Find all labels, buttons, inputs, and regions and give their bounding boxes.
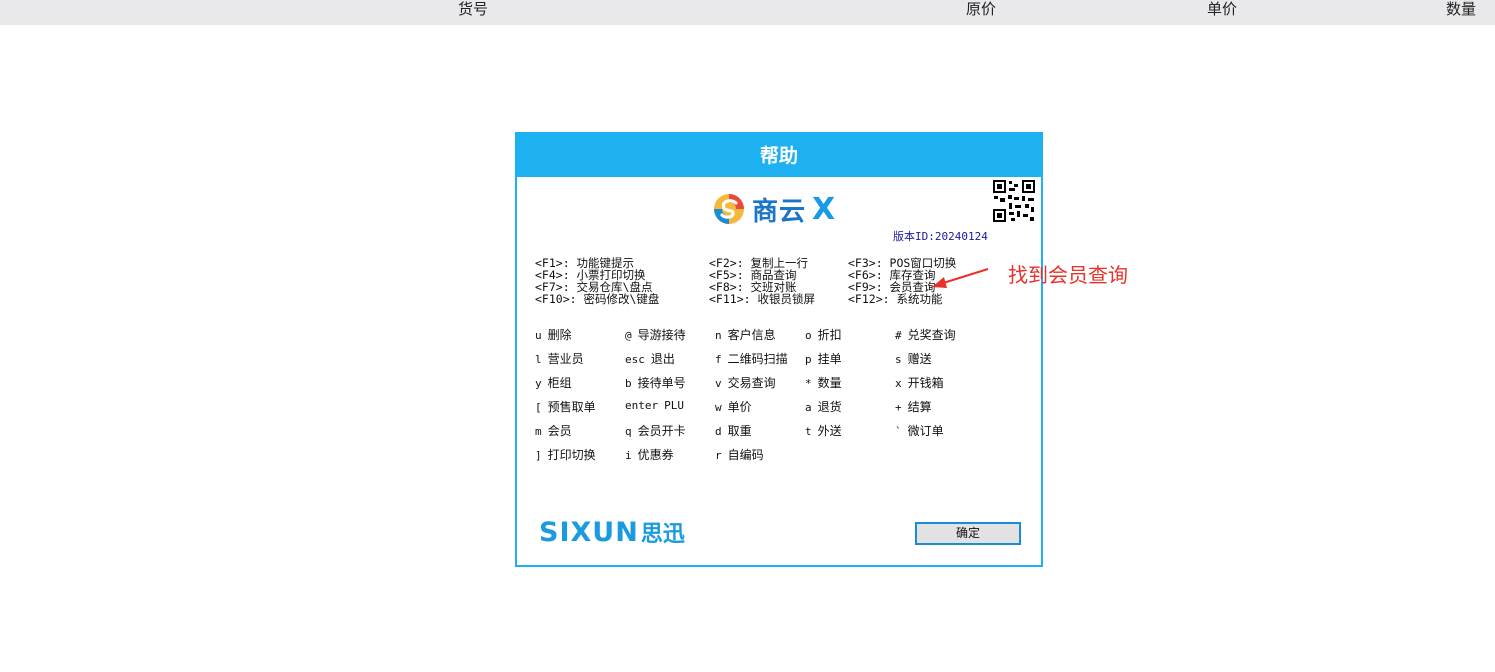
fkey-f10: <F10>: 密码修改\键盘 (535, 292, 660, 306)
fkey-f12: <F12>: 系统功能 (848, 292, 943, 306)
shortcut-item: x 开钱箱 (895, 376, 944, 390)
shortcut-item: ` 微订单 (895, 424, 944, 438)
shortcut-item: f 二维码扫描 (715, 352, 788, 366)
shortcut-item: * 数量 (805, 376, 842, 390)
shortcut-item: @ 导游接待 (625, 328, 686, 342)
column-header-item-no[interactable]: 货号 (458, 0, 488, 20)
column-header-unit-price[interactable]: 单价 (1207, 0, 1237, 20)
shortcut-item: esc 退出 (625, 352, 675, 366)
help-dialog: 帮助 商云 X 版本ID:20240124 <F1>: 功能键提示 <F2>: … (515, 132, 1043, 567)
shortcut-item: q 会员开卡 (625, 424, 686, 438)
shortcut-item: y 柜组 (535, 376, 572, 390)
shortcut-item: enter PLU (625, 399, 684, 412)
shangyun-logo: 商云 X (712, 191, 836, 227)
shortcut-item: # 兑奖查询 (895, 328, 956, 342)
brand-zh: 思迅 (640, 522, 685, 547)
shortcut-item: ] 打印切换 (535, 448, 596, 462)
shangyun-logo-icon (714, 194, 744, 224)
brand-en: SIXUN (539, 516, 639, 548)
shortcut-item: s 赠送 (895, 352, 932, 366)
shortcut-item: a 退货 (805, 400, 842, 414)
ok-button[interactable]: 确定 (915, 522, 1021, 545)
logo-text: 商云 (752, 196, 807, 227)
annotation-arrow-icon (932, 268, 989, 288)
shortcut-item: l 营业员 (535, 352, 584, 366)
shortcut-item: m 会员 (535, 424, 572, 438)
shortcut-item: r 自编码 (715, 448, 764, 462)
qr-code-icon (992, 179, 1036, 223)
shortcut-item: p 挂单 (805, 352, 842, 366)
shortcut-item: + 结算 (895, 400, 932, 414)
shortcut-item: o 折扣 (805, 328, 842, 342)
sixun-brand-logo: SIXUN 思迅 (539, 516, 685, 548)
shortcut-item: i 优惠券 (625, 448, 674, 462)
fkey-f11: <F11>: 收银员锁屏 (709, 292, 815, 306)
annotation-text: 找到会员查询 (1008, 263, 1128, 287)
column-header-quantity[interactable]: 数量 (1446, 0, 1476, 20)
shortcut-item: n 客户信息 (715, 328, 776, 342)
shortcut-item: [预售取单 (535, 400, 596, 414)
logo-x: X (812, 191, 836, 227)
column-header-original-price[interactable]: 原价 (966, 0, 996, 20)
version-id: 版本ID:20240124 (893, 230, 988, 243)
shortcut-item: w 单价 (715, 400, 752, 414)
shortcut-item: b 接待单号 (625, 376, 686, 390)
dialog-title: 帮助 (517, 134, 1041, 177)
table-header: 货号 原价 单价 数量 (0, 0, 1495, 25)
shortcut-item: u 删除 (535, 328, 572, 342)
shortcut-item: v 交易查询 (715, 376, 776, 390)
shortcut-item: t 外送 (805, 424, 842, 438)
shortcut-item: d 取重 (715, 424, 752, 438)
